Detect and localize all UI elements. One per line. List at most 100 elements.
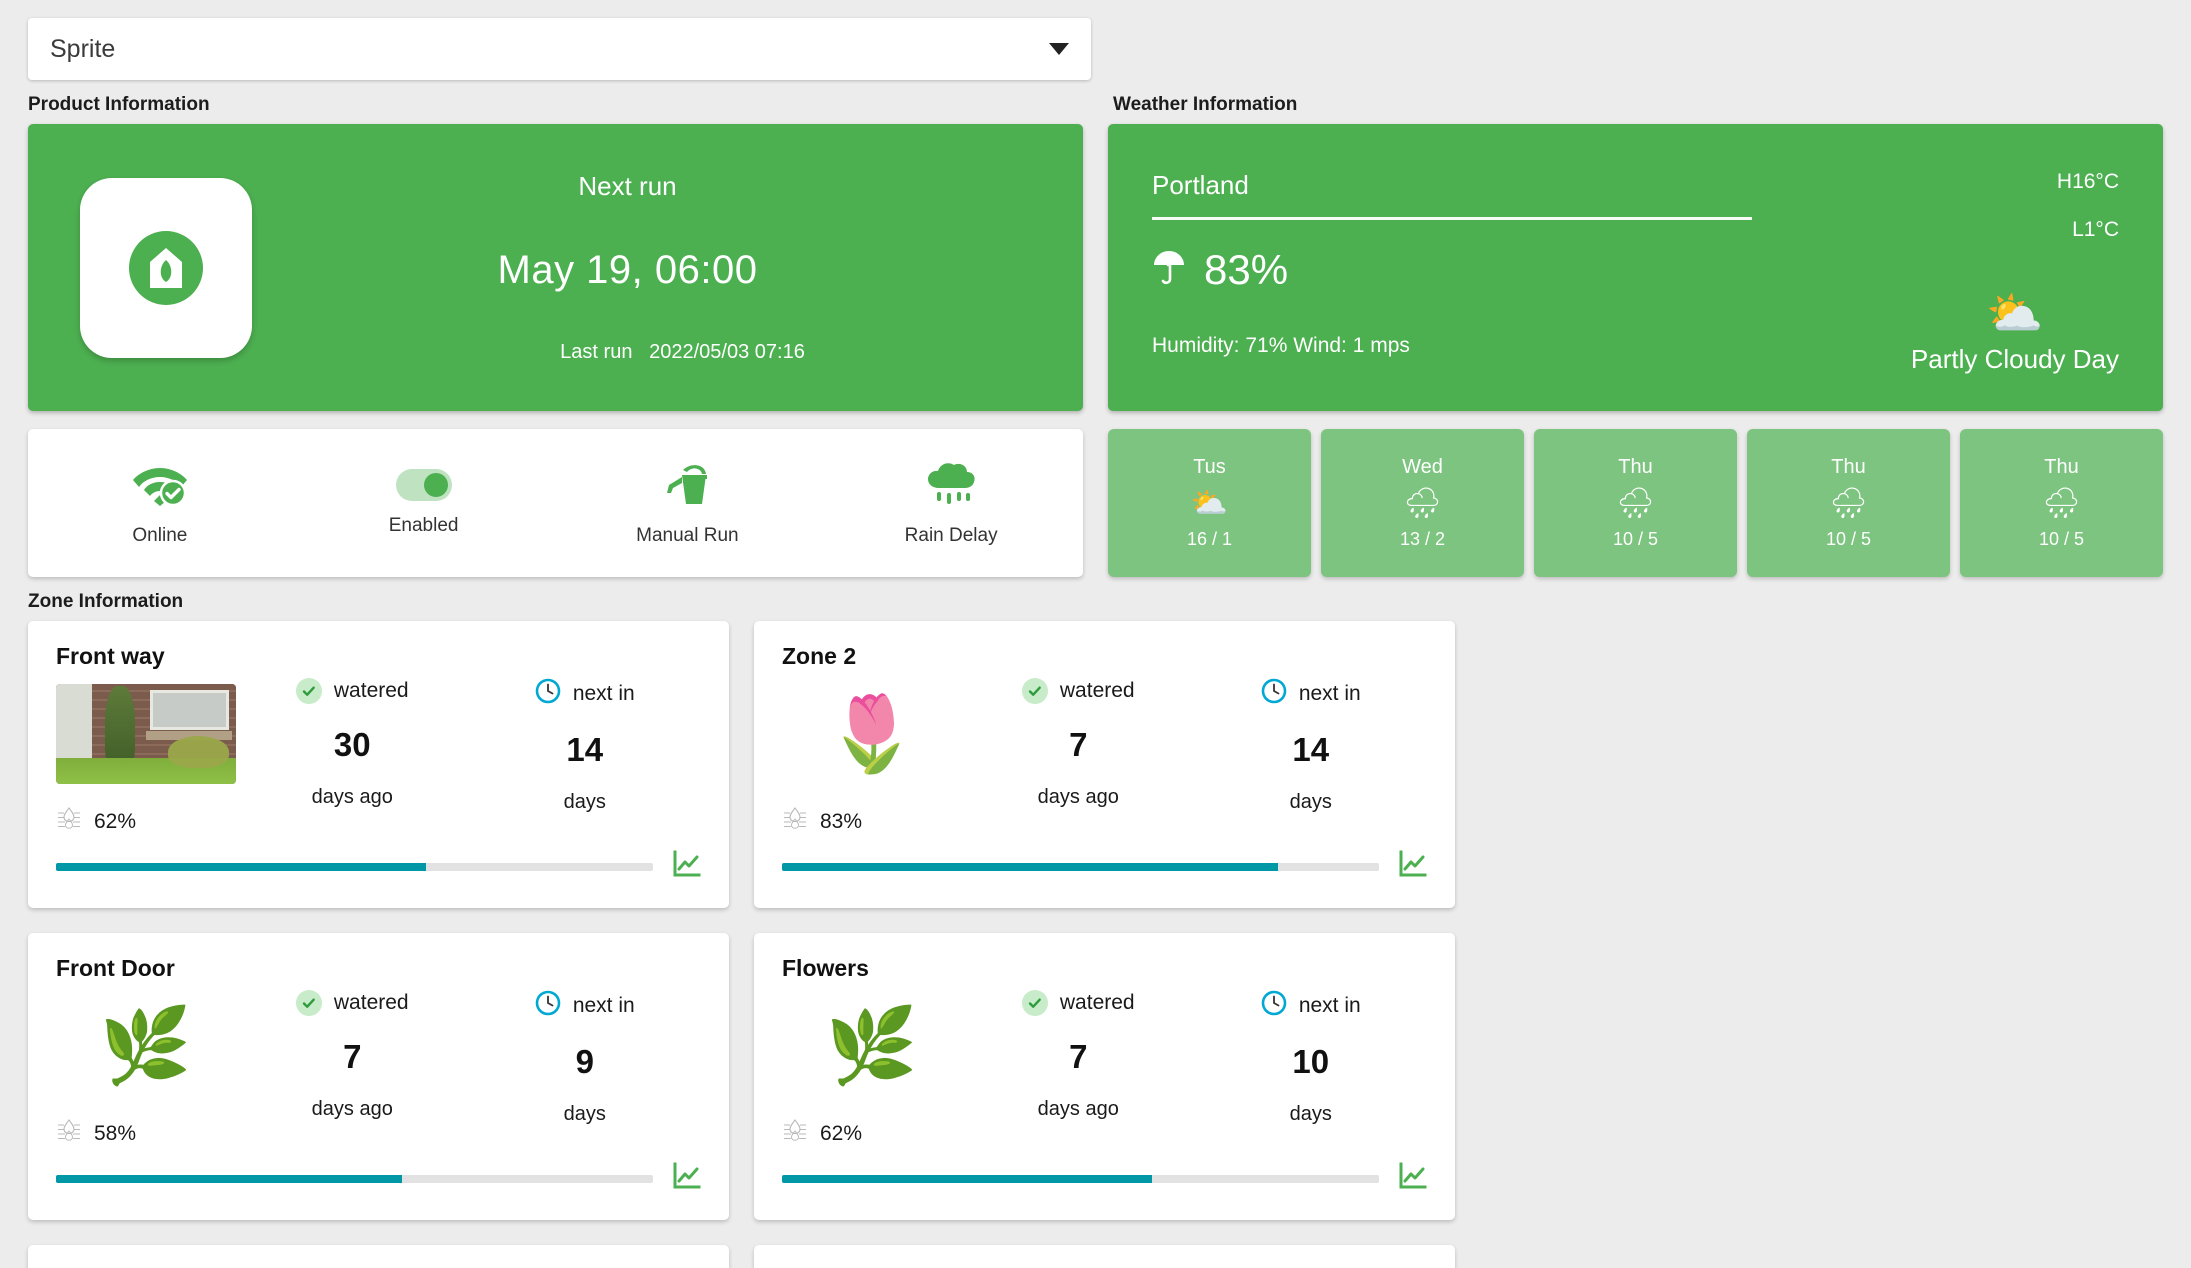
status-label-enabled: Enabled [388,515,459,536]
weather-column: Portland 83% Humidity: 71% Wind: 1 mps H… [1108,124,2163,577]
forecast-day: Wed [1402,456,1443,478]
zone-moisture-bar [56,1174,653,1183]
forecast-day: Thu [1831,456,1866,478]
zone-card-front-door[interactable]: Front Door 🌿 watered 7 days ago next in … [28,933,729,1220]
check-circle-icon [1021,990,1048,1016]
zone-moisture-bar-fill [56,1174,403,1183]
zone-watered-label: watered [333,679,409,702]
status-item-online[interactable]: Online [28,460,292,547]
product-information-label-wrap: Product Information [28,94,1113,116]
chevron-down-icon[interactable] [1049,43,1069,55]
zone-title: Flowers [782,955,869,981]
forecast-day: Thu [1618,456,1653,478]
sun-behind-cloud-icon: ⛅ [1190,487,1229,520]
device-selector-row: Sprite [28,0,2163,80]
weather-information-label: Weather Information [1113,94,1298,115]
zone-card-zone-2[interactable]: Zone 2 🌷 watered 7 days ago next in 14 d… [754,621,1455,908]
rain-cloud-icon: 🌧 [1403,487,1442,520]
zone-information-label: Zone Information [28,591,184,612]
grass-icon: 🌿 [825,1004,919,1087]
clock-icon [535,990,561,1021]
line-chart-icon[interactable] [671,849,701,884]
weather-condition-text: Partly Cloudy Day [1910,344,2119,374]
zone-thumbnail: 🌷 [782,684,962,784]
weather-high-low: H16°C L1°C [2057,170,2119,242]
zone-watered-label: watered [333,991,409,1014]
status-label-rain-delay: Rain Delay [904,524,998,546]
zone-next-value: 14 [566,731,604,768]
next-run-value: May 19, 06:00 [497,248,758,292]
product-logo-tile [80,177,252,358]
product-card[interactable]: Next run May 19, 06:00 Last run 2022/05/… [28,124,1083,411]
toggle-on-icon[interactable] [395,469,452,501]
zone-metric-next: next in 9 days [469,990,702,1126]
forecast-temps: 10 / 5 [2038,529,2085,549]
section-labels-row: Product Information Weather Information [28,94,2163,116]
clock-icon [1261,678,1287,709]
moisture-icon [56,806,82,837]
zone-moisture-value: 83% [820,809,863,833]
forecast-temps: 13 / 2 [1399,529,1446,549]
status-bar: Online Enabled Manual Run Rain Delay [28,429,1083,577]
zone-card-zone-5[interactable]: Zone 5 🌿 watered 7 days ago [28,1245,729,1268]
check-circle-icon [1021,678,1048,704]
zone-thumbnail: 🌿 [782,996,962,1096]
line-chart-icon[interactable] [1397,1161,1427,1196]
zone-moisture-value: 58% [94,1121,137,1145]
forecast-strip: Tus ⛅ 16 / 1 Wed 🌧 13 / 2 Thu 🌧 10 / 5 T… [1108,429,2163,577]
zone-moisture-bar-fill [56,862,427,871]
weather-information-label-wrap: Weather Information [1113,94,1297,116]
product-information-label: Product Information [28,94,210,115]
moisture-icon [782,806,808,837]
zone-card-back-yard[interactable]: Back Yard 🌷 watered 185 days ago [754,1245,1455,1268]
zone-card-front-way[interactable]: Front way watered 30 days ago next in 14… [28,621,729,908]
device-select-value: Sprite [50,34,116,63]
zone-photo [56,684,236,784]
sun-behind-cloud-icon: ⛅ [1986,287,2044,339]
line-chart-icon[interactable] [1397,849,1427,884]
next-run-label: Next run [578,171,677,201]
forecast-tile[interactable]: Thu 🌧 10 / 5 [1747,429,1950,577]
weather-city: Portland [1152,170,1249,200]
weather-condition-block: ⛅ Partly Cloudy Day [1911,290,2119,375]
rain-cloud-icon: 🌧 [1829,487,1868,520]
forecast-temps: 10 / 5 [1612,529,1659,549]
zone-moisture-bar-fill [782,1174,1153,1183]
check-circle-icon [295,990,322,1016]
zone-moisture-bar-fill [782,862,1278,871]
zone-metric-next: next in 14 days [1195,678,1428,814]
clock-icon [535,678,561,709]
dashboard-page: Sprite Product Information Weather Infor… [0,0,2191,1268]
zone-watered-value: 7 [1069,726,1088,763]
forecast-day: Tus [1193,456,1226,478]
status-item-rain-delay[interactable]: Rain Delay [819,460,1083,547]
zone-watered-label: watered [1059,991,1135,1014]
status-item-manual-run[interactable]: Manual Run [556,460,820,547]
zone-watered-value: 30 [333,726,371,763]
line-chart-icon[interactable] [671,1161,701,1196]
zone-title: Front Door [56,955,175,981]
forecast-tile[interactable]: Thu 🌧 10 / 5 [1960,429,2163,577]
rain-cloud-icon [925,460,977,511]
forecast-tile[interactable]: Wed 🌧 13 / 2 [1321,429,1524,577]
zone-next-value: 14 [1292,731,1330,768]
weather-card[interactable]: Portland 83% Humidity: 71% Wind: 1 mps H… [1108,124,2163,411]
zone-moisture-value: 62% [94,809,137,833]
zone-moisture-bar [782,862,1379,871]
grass-icon: 🌿 [99,1004,193,1087]
zone-next-label: next in [1298,681,1361,705]
wifi-check-icon [132,460,188,511]
status-item-enabled[interactable]: Enabled [292,469,556,537]
zone-metric-next: next in 10 days [1195,990,1428,1126]
forecast-tile[interactable]: Thu 🌧 10 / 5 [1534,429,1737,577]
zone-metric-watered: watered 7 days ago [962,990,1195,1126]
forecast-tile[interactable]: Tus ⛅ 16 / 1 [1108,429,1311,577]
zone-information-label-wrap: Zone Information [28,591,2163,613]
zone-card-flowers[interactable]: Flowers 🌿 watered 7 days ago next in 10 … [754,933,1455,1220]
rachio-home-leaf-logo [129,230,203,305]
status-label-manual-run: Manual Run [636,524,739,546]
device-select[interactable]: Sprite [28,18,1091,80]
forecast-day: Thu [2044,456,2079,478]
zone-next-value: 10 [1292,1043,1330,1080]
weather-high: H16°C [2056,170,2119,193]
